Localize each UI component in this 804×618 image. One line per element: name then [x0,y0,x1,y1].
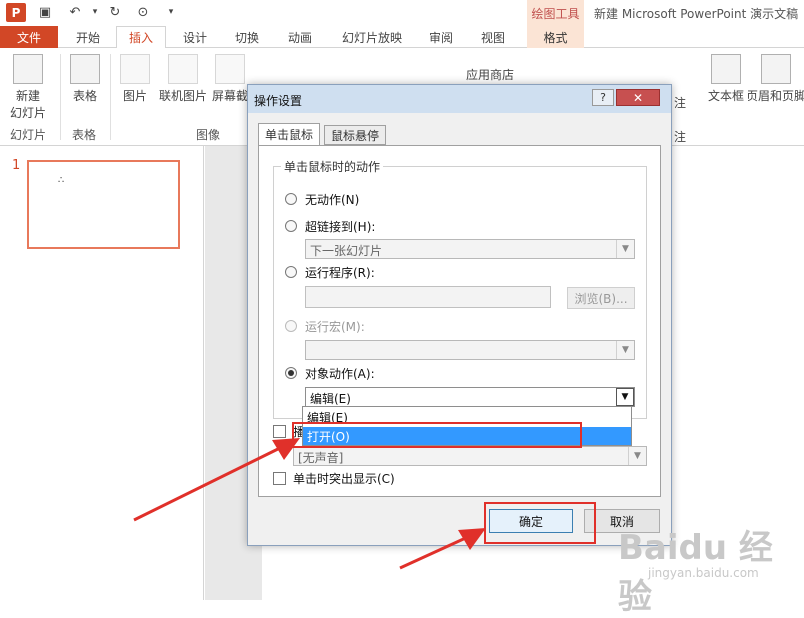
arrow-to-ok [399,528,486,570]
watermark-url: jingyan.baidu.com [648,566,759,580]
arrow-to-open [133,438,300,522]
annotation-arrows [133,438,486,570]
